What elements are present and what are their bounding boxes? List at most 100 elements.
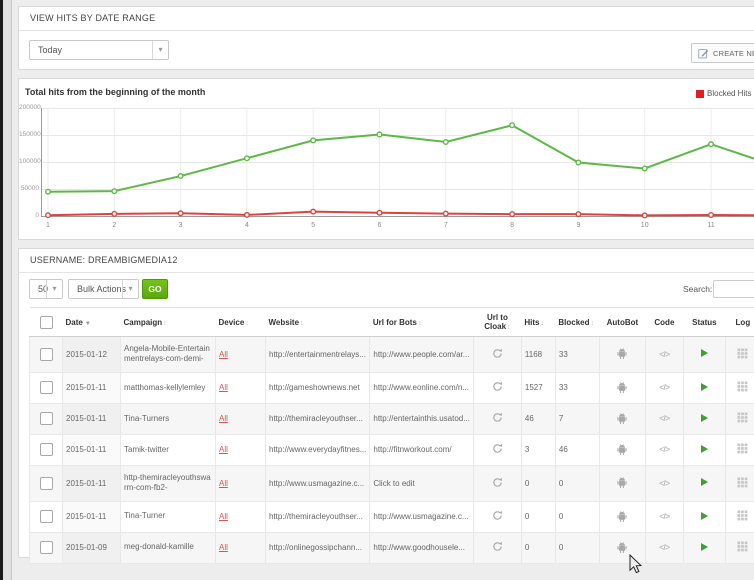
- row-checkbox[interactable]: [40, 381, 53, 394]
- android-icon[interactable]: [616, 346, 628, 360]
- cell-status: [683, 372, 725, 403]
- cell-date: 2015-01-11: [63, 403, 121, 434]
- device-link[interactable]: All: [219, 445, 228, 454]
- cell-log: [725, 501, 754, 532]
- select-all-checkbox[interactable]: [40, 316, 53, 329]
- row-checkbox[interactable]: [40, 510, 53, 523]
- android-icon[interactable]: [616, 411, 628, 425]
- refresh-icon[interactable]: [492, 443, 503, 454]
- search-input[interactable]: [713, 280, 754, 298]
- x-tick-label: 1: [46, 222, 50, 229]
- cell-blocked: 7: [555, 403, 599, 434]
- chevron-down-icon: ▾: [46, 280, 62, 298]
- play-icon[interactable]: [701, 383, 708, 391]
- page-size-select[interactable]: 50 ▾: [29, 279, 63, 299]
- cell-hits: 46: [521, 403, 555, 434]
- column-header-url_to_cloak[interactable]: Url to Cloak↕: [473, 308, 521, 337]
- log-icon[interactable]: [737, 510, 748, 521]
- sort-icon: ↕: [245, 320, 249, 327]
- cell-autobot: [599, 403, 645, 434]
- table-row: 2015-01-11matthomas-kellylemleyAllhttp:/…: [30, 372, 754, 403]
- refresh-icon[interactable]: [492, 477, 503, 488]
- android-icon[interactable]: [616, 509, 628, 523]
- refresh-icon[interactable]: [492, 510, 503, 521]
- play-icon[interactable]: [701, 543, 708, 551]
- go-button[interactable]: GO: [142, 279, 168, 299]
- android-icon[interactable]: [616, 540, 628, 554]
- column-header-url_for_bots[interactable]: Url for Bots↕: [370, 308, 474, 337]
- cell-url-for-bots: http://www.goodhousele...: [370, 532, 474, 563]
- row-checkbox[interactable]: [40, 443, 53, 456]
- data-point: [178, 211, 183, 216]
- cell-date: 2015-01-11: [63, 372, 121, 403]
- x-tick-label: 2: [112, 222, 116, 229]
- x-tick-label: 4: [245, 222, 249, 229]
- sort-icon: ↕: [300, 320, 304, 327]
- play-icon[interactable]: [701, 349, 708, 357]
- cell-blocked: 33: [555, 372, 599, 403]
- log-icon[interactable]: [737, 381, 748, 392]
- cell-autobot: [599, 372, 645, 403]
- cell-code: </>: [645, 434, 683, 465]
- refresh-icon[interactable]: [492, 381, 503, 392]
- data-point: [311, 209, 316, 214]
- cell-campaign: matthomas-kellylemley: [121, 372, 216, 403]
- cell-campaign: meg-donald-kamille: [121, 532, 216, 563]
- device-link[interactable]: All: [219, 512, 228, 521]
- column-label: AutoBot: [607, 318, 639, 327]
- play-icon[interactable]: [701, 478, 708, 486]
- log-icon[interactable]: [737, 477, 748, 488]
- device-link[interactable]: All: [219, 479, 228, 488]
- device-link[interactable]: All: [219, 543, 228, 552]
- cell-device: All: [216, 532, 266, 563]
- bulk-actions-select[interactable]: Bulk Actions ▾: [68, 279, 139, 299]
- refresh-icon[interactable]: [492, 541, 503, 552]
- data-point: [377, 132, 382, 137]
- android-icon[interactable]: [616, 475, 628, 489]
- android-icon[interactable]: [616, 380, 628, 394]
- device-link[interactable]: All: [219, 383, 228, 392]
- log-icon[interactable]: [737, 541, 748, 552]
- android-icon[interactable]: [616, 442, 628, 456]
- y-tick-label: 100000: [19, 158, 39, 165]
- table-row: 2015-01-11Tina-TurnerAllhttp://themiracl…: [30, 501, 754, 532]
- create-new-campaign-button[interactable]: CREATE NEW CAMPAIGN: [691, 43, 754, 63]
- column-header-website[interactable]: Website↕: [266, 308, 370, 337]
- column-header-blocked[interactable]: Blocked↕: [555, 308, 599, 337]
- cell-date: 2015-01-09: [63, 532, 121, 563]
- row-checkbox[interactable]: [40, 477, 53, 490]
- column-header-campaign[interactable]: Campaign↕: [121, 308, 216, 337]
- play-icon[interactable]: [701, 414, 708, 422]
- cell-website: http://onlinegossipchann...: [266, 532, 370, 563]
- dashboard-screen: VIEW HITS BY DATE RANGE Today ▾ CREATE N…: [0, 0, 754, 580]
- column-header-hits[interactable]: Hits↕: [521, 308, 555, 337]
- log-icon[interactable]: [737, 348, 748, 359]
- column-header-device[interactable]: Device↕: [216, 308, 266, 337]
- cell-hits: 0: [521, 501, 555, 532]
- refresh-icon[interactable]: [492, 348, 503, 359]
- data-point: [178, 174, 183, 179]
- refresh-icon[interactable]: [492, 412, 503, 423]
- sort-icon: ↕: [163, 320, 167, 327]
- date-range-select[interactable]: Today ▾: [29, 40, 169, 60]
- cell-campaign: Tina-Turners: [121, 403, 216, 434]
- column-header-date[interactable]: Date▼: [63, 308, 121, 337]
- play-icon[interactable]: [701, 445, 708, 453]
- log-icon[interactable]: [737, 443, 748, 454]
- cell-device: All: [216, 337, 266, 373]
- device-link[interactable]: All: [219, 350, 228, 359]
- x-tick-label: 3: [179, 222, 183, 229]
- username-title: USERNAME: DREAMBIGMEDIA12: [19, 249, 754, 273]
- play-icon[interactable]: [701, 512, 708, 520]
- row-checkbox[interactable]: [40, 541, 53, 554]
- cell-log: [725, 403, 754, 434]
- row-checkbox[interactable]: [40, 348, 53, 361]
- x-tick-label: 9: [576, 222, 580, 229]
- log-icon[interactable]: [737, 412, 748, 423]
- series-line-blocked-hits: [48, 212, 754, 216]
- data-point: [311, 138, 316, 143]
- row-checkbox[interactable]: [40, 412, 53, 425]
- cell-log: [725, 372, 754, 403]
- device-link[interactable]: All: [219, 414, 228, 423]
- x-tick-label: 10: [641, 222, 649, 229]
